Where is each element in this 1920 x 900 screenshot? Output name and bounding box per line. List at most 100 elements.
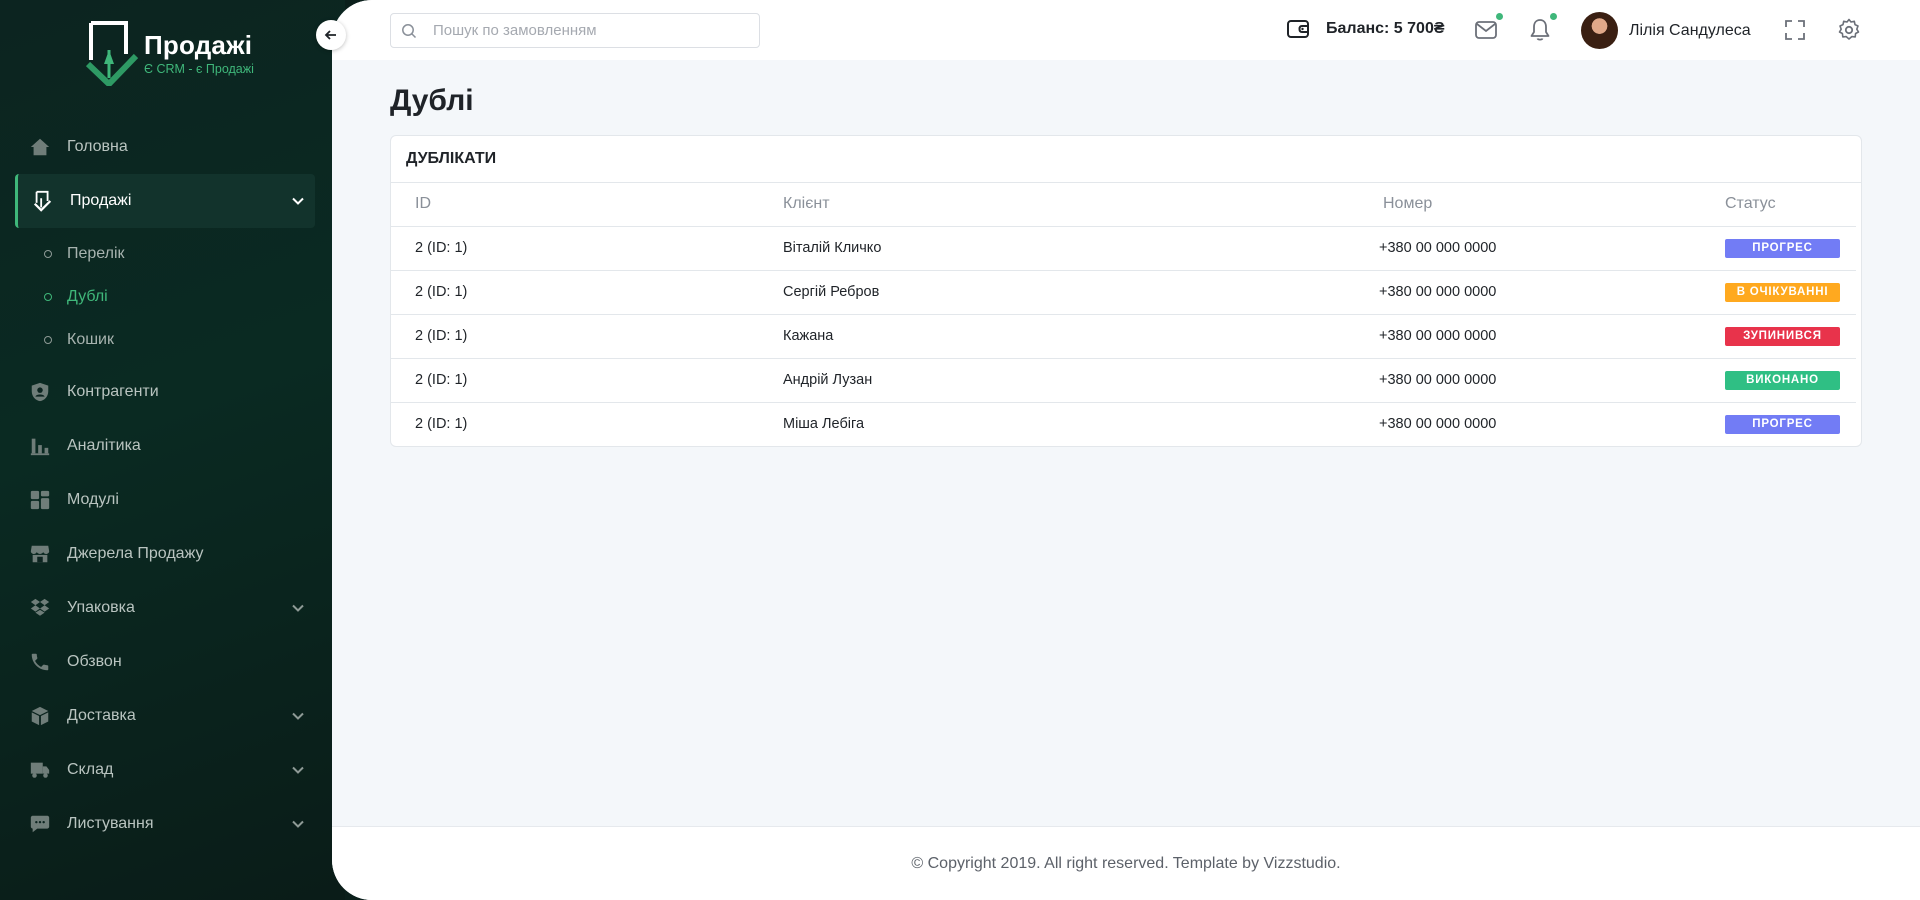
cell-phone: +380 00 000 0000 [1379, 314, 1725, 359]
sidebar-item-label: Упаковка [67, 599, 135, 616]
sidebar-subitem-label: Перелік [67, 244, 125, 262]
fullscreen-button[interactable] [1782, 17, 1808, 43]
cell-phone: +380 00 000 0000 [1379, 358, 1725, 403]
sidebar: Продажі Є CRM - є Продажі Головна Продаж… [0, 0, 345, 900]
sidebar-collapse-button[interactable] [316, 20, 346, 50]
bullet-icon [44, 292, 52, 301]
notifications-button[interactable] [1527, 13, 1557, 43]
sidebar-item-label: Обзвон [67, 653, 122, 670]
table-row[interactable]: 2 (ID: 1) Віталій Кличко +380 00 000 0000 П… [391, 226, 1856, 271]
cell-client: Андрій Лузан [783, 358, 1379, 403]
sidebar-item-warehouse[interactable]: Склад [15, 743, 315, 797]
cell-id: 2 (ID: 1) [391, 270, 783, 315]
bullet-icon [44, 335, 52, 344]
search-box[interactable] [390, 13, 760, 48]
cell-client: Кажана [783, 314, 1379, 359]
fullscreen-icon [1785, 20, 1805, 40]
cell-client: Міша Лебіга [783, 416, 865, 433]
search-input[interactable] [433, 14, 753, 47]
cell-id: 2 (ID: 1) [391, 358, 783, 403]
status-badge: ЗУПИНИВСЯ [1725, 326, 1840, 346]
column-header-status[interactable]: Статус [1725, 183, 1856, 227]
copyright-text: © Copyright 2019. All right reserved. Te… [911, 854, 1341, 872]
sidebar-item-label: Модулі [67, 491, 119, 508]
chevron-down-icon [292, 766, 304, 774]
brand-logo[interactable]: Продажі Є CRM - є Продажі [84, 20, 274, 86]
cell-phone: +380 00 000 0000 [1379, 270, 1725, 315]
table-row[interactable]: 2 (ID: 1) Міша Лебіга +380 00 000 0000 ПРОГ… [391, 402, 1856, 446]
status-badge: ПРОГРЕС [1725, 414, 1840, 434]
cell-status: ПРОГРЕС [1725, 226, 1856, 271]
sidebar-subitem-label: Дублі [67, 287, 108, 305]
column-header-client[interactable]: Клієнт [783, 183, 1379, 227]
sidebar-subitem-duplicates[interactable]: Дублі [15, 275, 315, 318]
card-title: ДУБЛІКАТИ [391, 136, 1861, 183]
brand-title: Продажі [144, 30, 253, 60]
sidebar-item-label: Склад [67, 761, 114, 778]
cell-client: Сергій Ребров [783, 270, 1379, 315]
table-row[interactable]: 2 (ID: 1) Сергій Ребров +380 00 000 0000 В … [391, 270, 1856, 315]
arrow-left-icon [324, 30, 336, 40]
home-icon [30, 138, 50, 156]
user-menu[interactable]: Лілія Сандулеса [1581, 12, 1751, 49]
messages-button[interactable] [1473, 13, 1503, 43]
status-badge: ПРОГРЕС [1725, 238, 1840, 258]
box-icon [31, 706, 49, 726]
status-badge: В ОЧІКУВАННІ [1725, 282, 1840, 302]
table-row[interactable]: 2 (ID: 1) Андрій Лузан +380 00 000 0000 ВИК… [391, 358, 1856, 403]
sidebar-menu: Головна Продажі Перелік Дублі Кошик Конт… [15, 120, 315, 851]
truck-icon [30, 762, 50, 778]
phone-icon [31, 653, 49, 671]
column-header-phone[interactable]: Номер [1379, 183, 1725, 227]
table-row[interactable]: 2 (ID: 1) Кажана +380 00 000 0000 ЗУПИНИВСЯ [391, 314, 1856, 359]
gear-icon [1838, 18, 1860, 40]
cell-status: В ОЧІКУВАННІ [1725, 270, 1856, 315]
sidebar-subitem-list[interactable]: Перелік [15, 232, 315, 275]
sidebar-item-contractors[interactable]: Контрагенти [15, 365, 315, 419]
sidebar-item-label: Продажі [70, 192, 132, 209]
user-shield-icon [31, 382, 49, 402]
sales-submenu: Перелік Дублі Кошик [15, 228, 315, 365]
sidebar-item-analytics[interactable]: Аналітика [15, 419, 315, 473]
main-content: Баланс: 5 700₴ Лілія Сандулеса Дублі ДУБ… [332, 0, 1920, 900]
sidebar-item-delivery[interactable]: Доставка [15, 689, 315, 743]
dropbox-icon [30, 598, 50, 616]
sidebar-item-home[interactable]: Головна [15, 120, 315, 174]
balance-value: Баланс: 5 700₴ [1326, 20, 1445, 37]
bullet-icon [44, 249, 52, 258]
wallet-icon [1287, 20, 1309, 38]
settings-button[interactable] [1836, 17, 1862, 43]
sidebar-item-label: Джерела Продажу [67, 545, 204, 562]
cell-phone: +380 00 000 0000 [1379, 226, 1725, 271]
cell-id: 2 (ID: 1) [391, 226, 783, 271]
sidebar-subitem-label: Кошик [67, 330, 114, 348]
column-header-id[interactable]: ID [391, 183, 783, 227]
notification-dot [1550, 13, 1557, 20]
search-icon [402, 24, 417, 39]
cell-id: 2 (ID: 1) [391, 314, 783, 359]
sidebar-item-messaging[interactable]: Листування [15, 797, 315, 851]
cell-status: ЗУПИНИВСЯ [1725, 314, 1856, 359]
cell-client: Віталій Кличко [783, 226, 1379, 271]
notification-dot [1496, 13, 1503, 20]
chevron-down-icon [292, 712, 304, 720]
chevron-down-icon [292, 604, 304, 612]
sidebar-item-sales-sources[interactable]: Джерела Продажу [15, 527, 315, 581]
bell-icon [1530, 19, 1550, 41]
balance-display[interactable]: Баланс: 5 700₴ [1286, 18, 1445, 40]
cell-phone: +380 00 000 0000 [1379, 416, 1497, 433]
status-badge: ВИКОНАНО [1725, 370, 1840, 390]
sidebar-item-label: Головна [67, 138, 128, 155]
sales-logo-icon [85, 21, 139, 86]
brand-subtitle: Є CRM - є Продажі [144, 62, 254, 76]
avatar [1581, 12, 1618, 49]
chevron-down-icon [292, 820, 304, 828]
sidebar-subitem-cart[interactable]: Кошик [15, 318, 315, 361]
chevron-down-icon [292, 197, 304, 205]
sidebar-item-modules[interactable]: Модулі [15, 473, 315, 527]
sidebar-item-sales[interactable]: Продажі [15, 174, 315, 228]
sales-logo-icon [33, 190, 52, 212]
grid-icon [30, 490, 50, 510]
sidebar-item-packaging[interactable]: Упаковка [15, 581, 315, 635]
sidebar-item-calls[interactable]: Обзвон [15, 635, 315, 689]
